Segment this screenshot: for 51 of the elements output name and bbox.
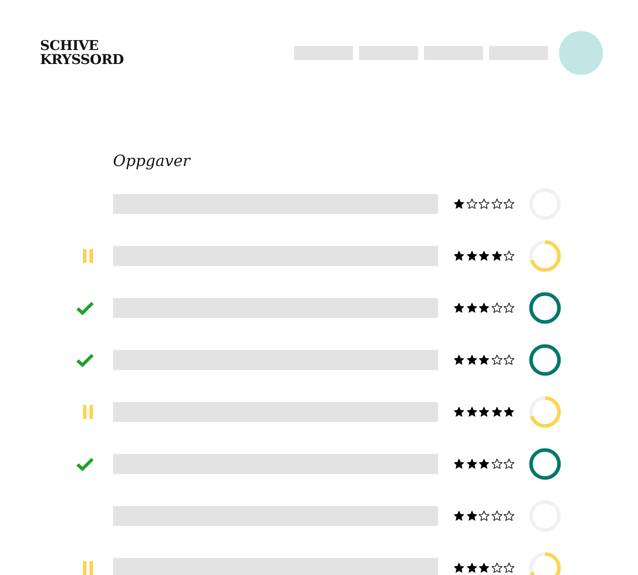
task-title-placeholder[interactable] (113, 454, 438, 474)
filled-star-icon (490, 250, 502, 262)
task-title-placeholder[interactable] (113, 246, 438, 266)
filled-star-icon (453, 562, 465, 574)
filled-star-icon (466, 510, 478, 522)
filled-star-icon (453, 250, 465, 262)
progress-ring (528, 447, 562, 481)
filled-star-icon (466, 250, 478, 262)
check-icon (76, 353, 94, 367)
logo[interactable]: SCHIVE KRYSSORD (40, 39, 124, 67)
task-title-placeholder[interactable] (113, 558, 438, 575)
check-icon (76, 457, 94, 471)
nav-placeholder[interactable] (424, 46, 483, 60)
filled-star-icon (453, 198, 465, 210)
task-title-placeholder[interactable] (113, 402, 438, 422)
filled-star-icon (453, 510, 465, 522)
pause-icon (82, 249, 94, 263)
task-title-placeholder[interactable] (113, 506, 438, 526)
pause-icon (82, 405, 94, 419)
filled-star-icon (478, 458, 490, 470)
filled-star-icon (453, 406, 465, 418)
filled-star-icon (466, 562, 478, 574)
avatar[interactable] (559, 31, 603, 75)
nav-placeholder[interactable] (359, 46, 418, 60)
filled-star-icon (478, 354, 490, 366)
progress-ring (528, 551, 562, 575)
check-icon (76, 301, 94, 315)
filled-star-icon (478, 406, 490, 418)
nav-placeholder[interactable] (489, 46, 548, 60)
filled-star-icon (478, 250, 490, 262)
filled-star-icon (478, 302, 490, 314)
section-heading: Oppgaver (113, 151, 192, 171)
filled-star-icon (503, 406, 515, 418)
pause-icon (82, 561, 94, 575)
filled-star-icon (466, 354, 478, 366)
filled-star-icon (453, 302, 465, 314)
filled-star-icon (490, 406, 502, 418)
progress-ring (528, 239, 562, 273)
nav-placeholder[interactable] (294, 46, 353, 60)
filled-star-icon (466, 406, 478, 418)
task-title-placeholder[interactable] (113, 350, 438, 370)
filled-star-icon (478, 562, 490, 574)
progress-ring (528, 395, 562, 429)
progress-ring (528, 343, 562, 377)
filled-star-icon (453, 458, 465, 470)
task-title-placeholder[interactable] (113, 194, 438, 214)
filled-star-icon (466, 302, 478, 314)
filled-star-icon (466, 458, 478, 470)
task-title-placeholder[interactable] (113, 298, 438, 318)
progress-ring (528, 291, 562, 325)
filled-star-icon (453, 354, 465, 366)
